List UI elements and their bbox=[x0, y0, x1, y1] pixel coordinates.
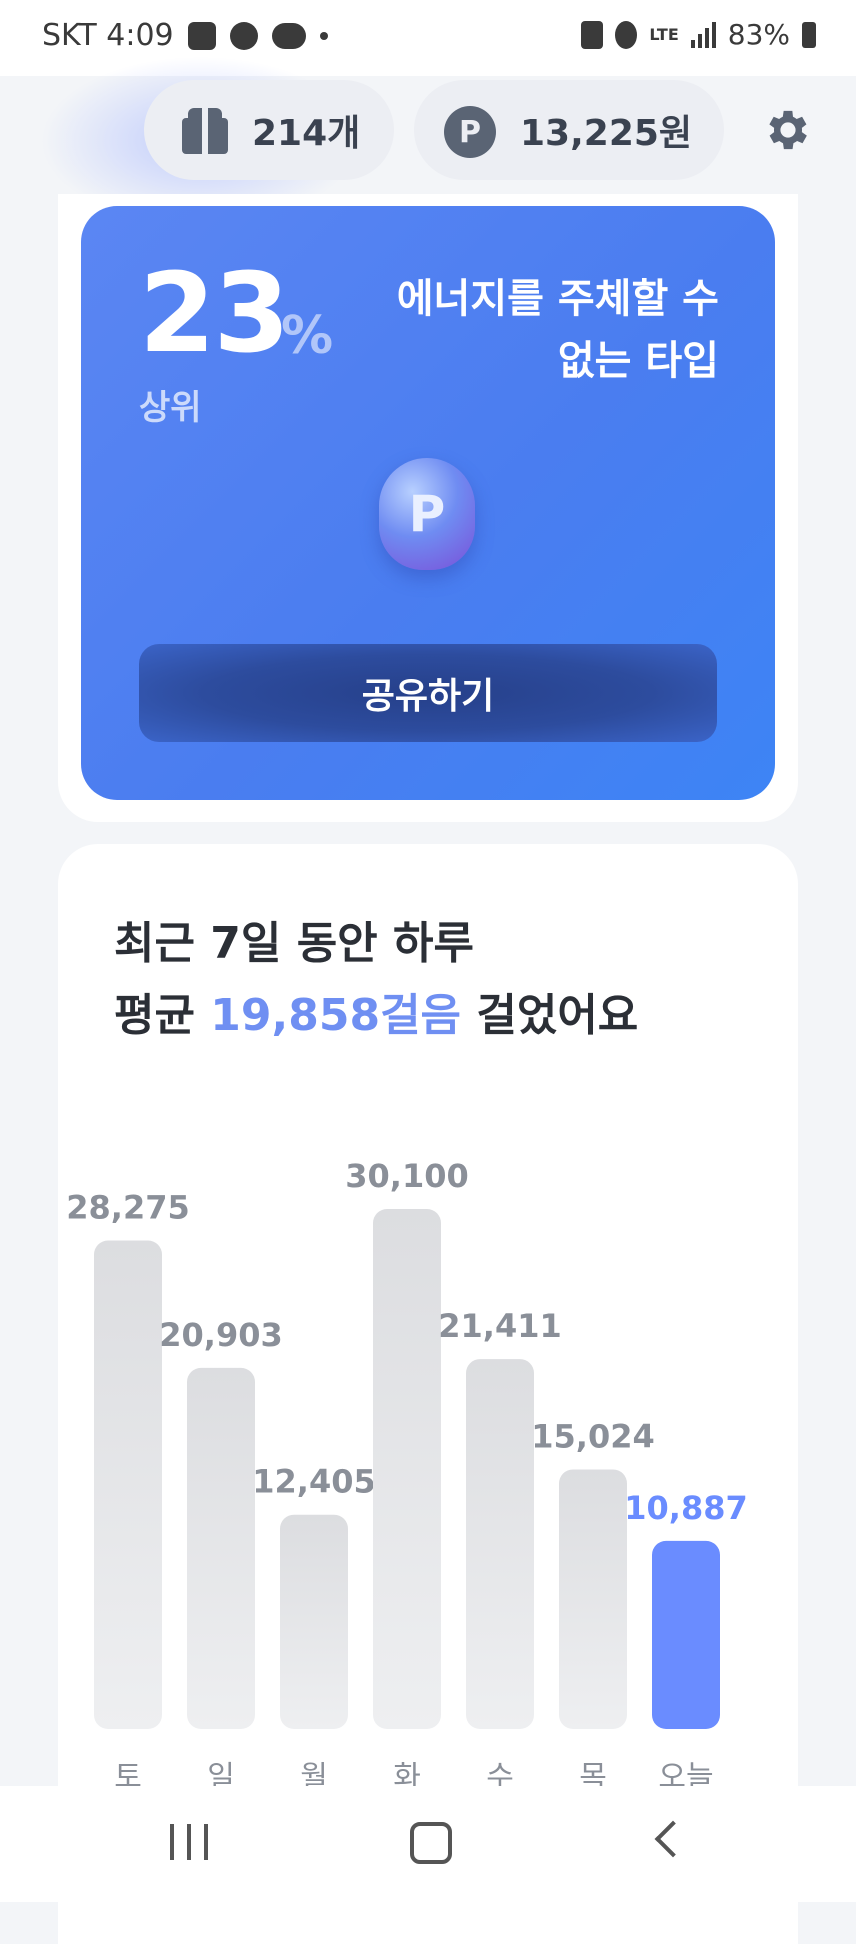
status-right: LTE 83% bbox=[581, 18, 816, 51]
more-notifications-icon bbox=[319, 31, 328, 40]
point-icon: P bbox=[444, 106, 496, 158]
status-carrier-time: SKT 4:09 bbox=[42, 18, 174, 53]
points-balance: 13,225원 bbox=[520, 113, 693, 154]
system-navigation-bar bbox=[0, 1786, 856, 1902]
network-type: LTE bbox=[649, 24, 679, 44]
percentile-value: 23 bbox=[139, 249, 290, 377]
battery-icon bbox=[802, 21, 816, 48]
bar-토 bbox=[94, 1240, 162, 1729]
coin-icon: P bbox=[379, 458, 475, 570]
bar-value-label: 20,903 bbox=[159, 1316, 282, 1354]
percentile-label: 상위 bbox=[139, 388, 202, 428]
bar-목 bbox=[559, 1469, 627, 1729]
bar-value-label: 12,405 bbox=[252, 1463, 375, 1501]
battery-saver-icon bbox=[581, 20, 604, 49]
gift-icon bbox=[182, 108, 228, 154]
gift-count-button[interactable]: 214개 bbox=[144, 80, 394, 180]
steps-card: 최근 7일 동안 하루 평균 19,858걸음 걸었어요 28,275 토 20,9… bbox=[58, 844, 798, 1944]
energy-type-card: 23 % 상위 에너지를 주체할 수 없는 타입 P 공유하기 bbox=[81, 206, 775, 800]
bar-value-label: 21,411 bbox=[438, 1307, 561, 1345]
share-button[interactable]: 공유하기 bbox=[139, 644, 717, 742]
gear-icon[interactable] bbox=[762, 104, 814, 156]
talk-notification-icon bbox=[271, 22, 306, 49]
bar-value-label: 30,100 bbox=[345, 1157, 468, 1195]
recent-apps-icon[interactable] bbox=[170, 1824, 208, 1860]
battery-percent: 83% bbox=[727, 18, 790, 51]
home-icon[interactable] bbox=[410, 1822, 452, 1864]
bar-월 bbox=[280, 1514, 348, 1729]
bar-value-label: 28,275 bbox=[66, 1189, 189, 1227]
bar-오늘 bbox=[652, 1540, 720, 1729]
energy-type-title: 에너지를 주체할 수 없는 타입 bbox=[396, 276, 719, 384]
gallery-notification-icon bbox=[187, 21, 216, 50]
points-button[interactable]: P 13,225원 bbox=[414, 80, 724, 180]
signal-icon bbox=[690, 21, 716, 48]
bar-화 bbox=[373, 1209, 441, 1729]
back-icon[interactable] bbox=[654, 1820, 692, 1858]
percent-symbol: % bbox=[281, 306, 334, 366]
bar-수 bbox=[466, 1359, 534, 1729]
alarm-icon bbox=[615, 20, 638, 49]
bar-일 bbox=[187, 1367, 255, 1729]
m-notification-icon bbox=[229, 21, 258, 50]
status-left: SKT 4:09 bbox=[42, 18, 328, 53]
bar-value-label: 15,024 bbox=[531, 1417, 654, 1455]
app-header: 214개 P 13,225원 bbox=[0, 56, 856, 226]
steps-bar-chart: 28,275토20,903일12,405월30,100화21,411수15,02… bbox=[66, 1157, 747, 1795]
gift-count: 214개 bbox=[252, 113, 361, 154]
bar-value-label: 10,887 bbox=[624, 1489, 747, 1527]
